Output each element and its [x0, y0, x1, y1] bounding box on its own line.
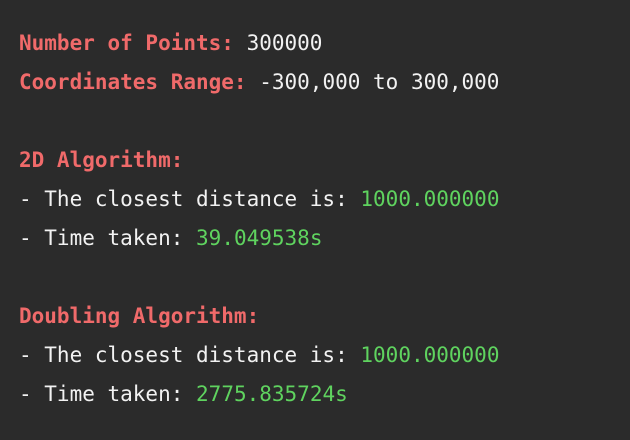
range-value: -300,000 to 300,000	[259, 70, 500, 94]
algo-2d-heading: 2D Algorithm:	[19, 141, 630, 180]
terminal-output: Number of Points: 300000 Coordinates Ran…	[0, 0, 630, 440]
algo-doubling-heading: Doubling Algorithm:	[19, 297, 630, 336]
algo-2d-distance-line: - The closest distance is: 1000.000000	[19, 180, 630, 219]
points-line: Number of Points: 300000	[19, 24, 630, 63]
algo-doubling-title: Doubling Algorithm:	[19, 304, 260, 328]
algo-doubling-distance-label: - The closest distance is:	[19, 343, 348, 367]
algo-2d-time-label: - Time taken:	[19, 226, 184, 250]
range-label: Coordinates Range:	[19, 70, 247, 94]
algo-2d-title: 2D Algorithm:	[19, 148, 184, 172]
range-line: Coordinates Range: -300,000 to 300,000	[19, 63, 630, 102]
algo-2d-distance-value: 1000.000000	[360, 187, 500, 211]
algo-doubling-distance-line: - The closest distance is: 1000.000000	[19, 336, 630, 375]
algo-doubling-time-label: - Time taken:	[19, 382, 184, 406]
algo-doubling-time-line: - Time taken: 2775.835724s	[19, 375, 630, 414]
algo-doubling-distance-value: 1000.000000	[360, 343, 500, 367]
algo-2d-distance-label: - The closest distance is:	[19, 187, 348, 211]
points-value: 300000	[246, 31, 323, 55]
algo-doubling-time-value: 2775.835724s	[196, 382, 348, 406]
points-label: Number of Points:	[19, 31, 234, 55]
algo-2d-time-value: 39.049538s	[196, 226, 323, 250]
algo-2d-time-line: - Time taken: 39.049538s	[19, 219, 630, 258]
